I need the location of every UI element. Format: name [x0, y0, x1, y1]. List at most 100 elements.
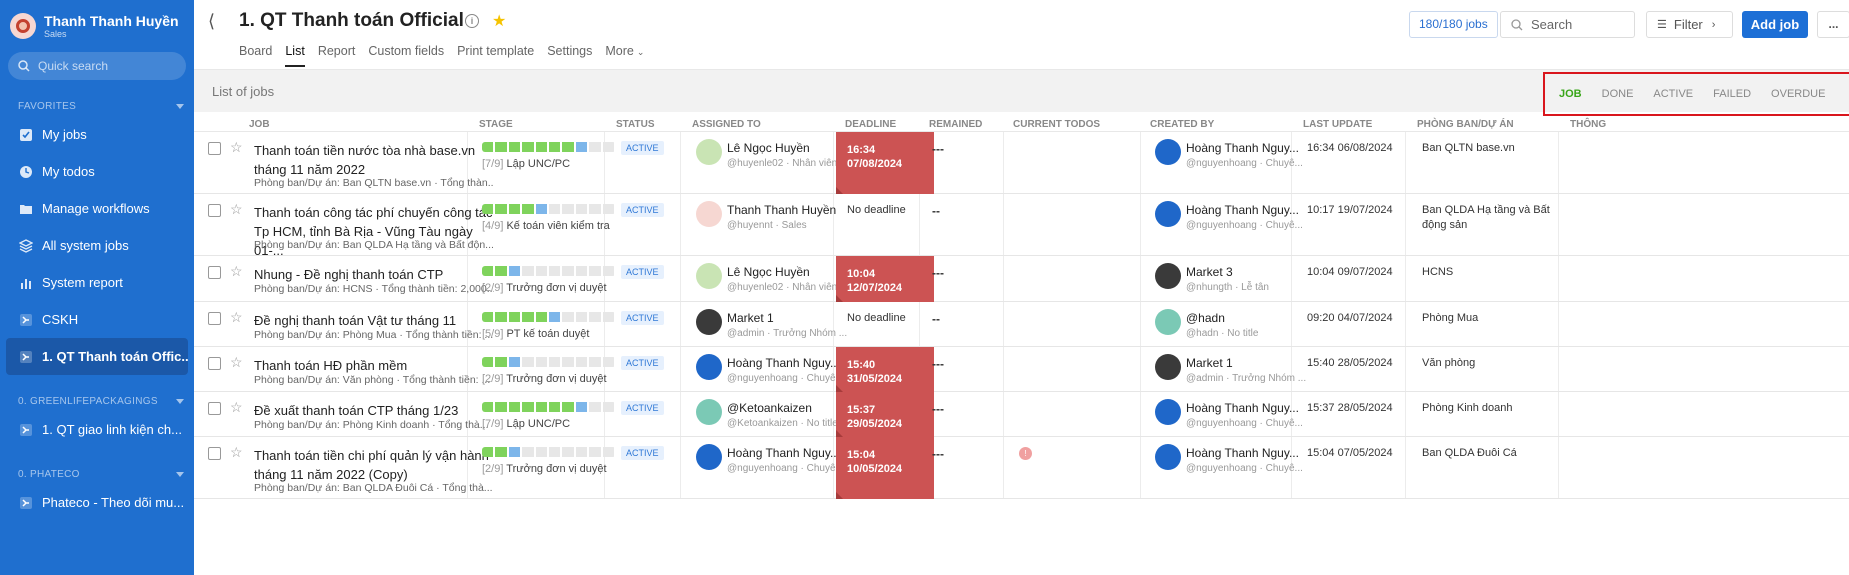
table-row[interactable]: ☆ Nhung - Đề nghị thanh toán CTP Phòng ban…: [194, 256, 1849, 302]
sidebar-item-5[interactable]: System report: [0, 264, 194, 301]
assignee-name[interactable]: Lê Ngọc Huyền: [727, 141, 810, 155]
star-icon[interactable]: ☆: [230, 354, 243, 371]
row-checkbox[interactable]: [208, 266, 221, 279]
creator-name[interactable]: @hadn: [1186, 311, 1225, 325]
column-header-0[interactable]: JOB: [249, 119, 270, 130]
avatar[interactable]: [1155, 399, 1181, 425]
assignee-name[interactable]: Market 1: [727, 311, 774, 325]
column-header-8[interactable]: LAST UPDATE: [1303, 119, 1372, 130]
assignee-name[interactable]: Hoàng Thanh Nguy...: [727, 356, 840, 370]
group-section[interactable]: 0. PHATECO: [0, 464, 194, 484]
column-header-5[interactable]: REMAINED: [929, 119, 982, 130]
filter-tab-1[interactable]: DONE: [1602, 88, 1634, 100]
table-row[interactable]: ☆ Thanh toán HĐ phần mềm Phòng ban/Dự án: …: [194, 347, 1849, 392]
sidebar-item-workflow[interactable]: 1. QT giao linh kiện ch...: [0, 411, 194, 448]
assignee-name[interactable]: Lê Ngọc Huyền: [727, 265, 810, 279]
group-section[interactable]: 0. GREENLIFEPACKAGINGS: [0, 391, 194, 411]
tab-5[interactable]: Settings: [547, 44, 592, 67]
avatar[interactable]: [696, 139, 722, 165]
avatar[interactable]: [1155, 139, 1181, 165]
sidebar-item-4[interactable]: All system jobs: [0, 227, 194, 264]
info-icon[interactable]: i: [465, 14, 479, 28]
job-count-badge[interactable]: 180/180 jobs: [1409, 11, 1498, 38]
avatar[interactable]: [696, 309, 722, 335]
column-header-9[interactable]: PHÒNG BAN/DỰ ÁN: [1417, 119, 1514, 130]
back-icon[interactable]: ⟨: [208, 11, 215, 32]
avatar[interactable]: [696, 263, 722, 289]
avatar[interactable]: [1155, 354, 1181, 380]
job-title[interactable]: Đề nghị thanh toán Vật tư tháng 11: [254, 311, 494, 330]
star-icon[interactable]: ☆: [230, 309, 243, 326]
job-title[interactable]: Thanh toán công tác phí chuyến công tác …: [254, 203, 494, 260]
job-title[interactable]: Thanh toán HĐ phần mềm: [254, 356, 494, 375]
sidebar-item-6[interactable]: CSKH: [0, 301, 194, 338]
row-checkbox[interactable]: [208, 312, 221, 325]
row-checkbox[interactable]: [208, 204, 221, 217]
avatar[interactable]: [1155, 309, 1181, 335]
sidebar-item-2[interactable]: My todos: [0, 153, 194, 190]
quick-search-input[interactable]: Quick search: [8, 52, 186, 80]
creator-name[interactable]: Hoàng Thanh Nguy...: [1186, 401, 1299, 415]
avatar[interactable]: [696, 399, 722, 425]
assignee-name[interactable]: @Ketoankaizen: [727, 401, 812, 415]
column-header-6[interactable]: CURRENT TODOS: [1013, 119, 1100, 130]
creator-name[interactable]: Market 1: [1186, 356, 1233, 370]
avatar[interactable]: [696, 201, 722, 227]
row-checkbox[interactable]: [208, 402, 221, 415]
table-row[interactable]: ☆ Thanh toán công tác phí chuyến công tác…: [194, 194, 1849, 258]
star-icon[interactable]: ☆: [230, 399, 243, 416]
avatar[interactable]: [696, 444, 722, 470]
todo-alert-icon[interactable]: !: [1019, 447, 1032, 460]
filter-tab-2[interactable]: ACTIVE: [1653, 88, 1693, 100]
avatar[interactable]: [696, 354, 722, 380]
tab-4[interactable]: Print template: [457, 44, 534, 67]
star-icon[interactable]: ☆: [230, 444, 243, 461]
add-job-button[interactable]: Add job: [1742, 11, 1808, 38]
table-row[interactable]: ☆ Đề xuất thanh toán CTP tháng 1/23 Phòng …: [194, 392, 1849, 437]
filter-tab-0[interactable]: JOB: [1559, 88, 1582, 100]
tab-0[interactable]: Board: [239, 44, 272, 67]
job-title[interactable]: Nhung - Đề nghị thanh toán CTP: [254, 265, 494, 284]
star-icon[interactable]: ☆: [230, 139, 243, 156]
column-header-3[interactable]: ASSIGNED TO: [692, 119, 761, 130]
assignee-name[interactable]: Hoàng Thanh Nguy...: [727, 446, 840, 460]
job-title[interactable]: Thanh toán tiền nước tòa nhà base.vn thá…: [254, 141, 494, 179]
avatar[interactable]: [1155, 444, 1181, 470]
table-row[interactable]: ☆ Thanh toán tiền nước tòa nhà base.vn th…: [194, 132, 1849, 194]
row-checkbox[interactable]: [208, 357, 221, 370]
sidebar-item-workflow[interactable]: Phateco - Theo dõi mu...: [0, 484, 194, 521]
favorites-section[interactable]: FAVORITES: [0, 96, 194, 116]
tab-3[interactable]: Custom fields: [368, 44, 444, 67]
more-button[interactable]: ...: [1817, 11, 1849, 38]
user-profile[interactable]: Thanh Thanh Huyền Sales: [0, 0, 194, 52]
creator-name[interactable]: Hoàng Thanh Nguy...: [1186, 446, 1299, 460]
tab-6[interactable]: More ⌄: [605, 44, 644, 67]
table-row[interactable]: ☆ Thanh toán tiền chi phí quản lý vận hàn…: [194, 437, 1849, 499]
column-header-4[interactable]: DEADLINE: [845, 119, 896, 130]
row-checkbox[interactable]: [208, 142, 221, 155]
star-icon[interactable]: ☆: [230, 263, 243, 280]
filter-tab-4[interactable]: OVERDUE: [1771, 88, 1825, 100]
creator-name[interactable]: Hoàng Thanh Nguy...: [1186, 203, 1299, 217]
avatar[interactable]: [1155, 201, 1181, 227]
sidebar-item-1[interactable]: My jobs: [0, 116, 194, 153]
sidebar-item-7[interactable]: 1. QT Thanh toán Offic...: [6, 338, 188, 375]
column-header-2[interactable]: STATUS: [616, 119, 655, 130]
job-title[interactable]: Thanh toán tiền chi phí quản lý vận hành…: [254, 446, 494, 484]
star-icon[interactable]: ☆: [230, 201, 243, 218]
column-header-1[interactable]: STAGE: [479, 119, 513, 130]
assignee-name[interactable]: Thanh Thanh Huyền: [727, 203, 836, 217]
creator-name[interactable]: Hoàng Thanh Nguy...: [1186, 141, 1299, 155]
table-row[interactable]: ☆ Đề nghị thanh toán Vật tư tháng 11 Phòng…: [194, 302, 1849, 347]
avatar[interactable]: [1155, 263, 1181, 289]
job-title[interactable]: Đề xuất thanh toán CTP tháng 1/23: [254, 401, 494, 420]
column-header-10[interactable]: THÔNG: [1570, 119, 1606, 130]
search-input[interactable]: Search: [1500, 11, 1635, 38]
filter-button[interactable]: ☰ Filter ›: [1646, 11, 1733, 38]
tab-2[interactable]: Report: [318, 44, 356, 67]
star-icon[interactable]: ★: [492, 11, 506, 31]
row-checkbox[interactable]: [208, 447, 221, 460]
column-header-7[interactable]: CREATED BY: [1150, 119, 1214, 130]
tab-1[interactable]: List: [285, 44, 305, 67]
filter-tab-3[interactable]: FAILED: [1713, 88, 1751, 100]
